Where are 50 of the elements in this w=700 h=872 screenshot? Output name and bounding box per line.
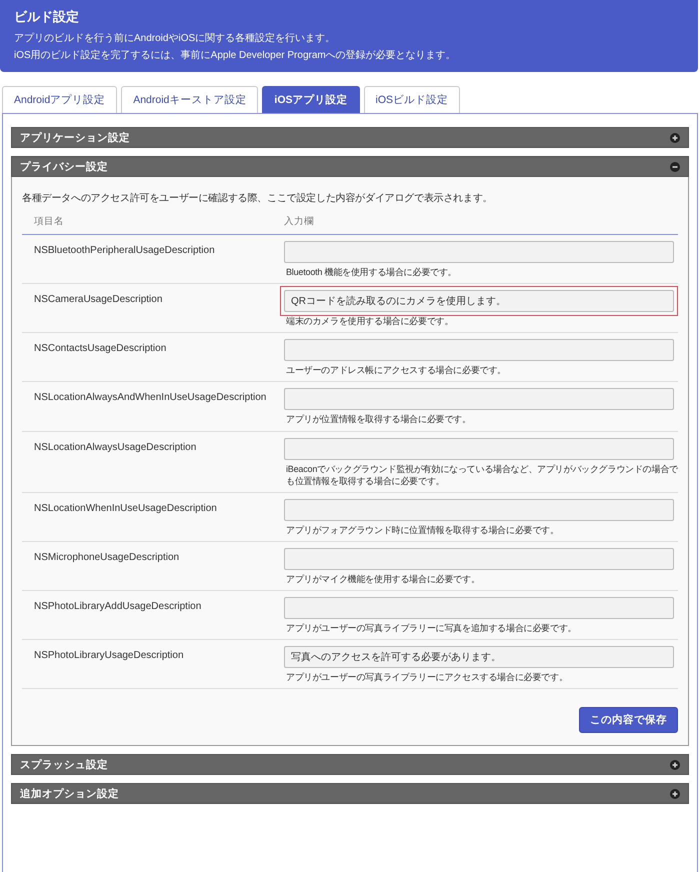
section-title: 追加オプション設定: [20, 786, 119, 801]
section-header[interactable]: 追加オプション設定: [11, 783, 689, 804]
tab[interactable]: iOSビルド設定: [364, 86, 460, 113]
field-hint: アプリが位置情報を取得する場合に必要です。: [285, 413, 472, 426]
save-button[interactable]: この内容で保存: [579, 707, 678, 734]
expand-icon[interactable]: [670, 132, 680, 142]
page-title: ビルド設定: [14, 8, 80, 26]
field-hint: Bluetooth 機能を使用する場合に必要です。: [285, 266, 458, 278]
tab[interactable]: Androidキーストア設定: [121, 86, 258, 113]
field-label: NSMicrophoneUsageDescription: [34, 550, 180, 565]
input-field[interactable]: [284, 498, 674, 521]
input-field[interactable]: [284, 548, 674, 570]
header-text: アプリのビルドを行う前にAndroidやiOSに関する各種設定を行います。: [14, 32, 336, 45]
field-label: NSLocationAlwaysUsageDescription: [34, 440, 198, 455]
input-field[interactable]: [284, 339, 674, 362]
section-header[interactable]: スプラッシュ設定: [11, 754, 689, 776]
input-field[interactable]: [284, 438, 674, 460]
expand-icon[interactable]: [670, 788, 680, 799]
column-header: 入力欄: [284, 215, 315, 228]
section-title: プライバシー設定: [20, 160, 108, 174]
field-hint: アプリがフォアグラウンド時に位置情報を取得する場合に必要です。: [285, 524, 560, 536]
input-field[interactable]: [284, 388, 674, 410]
field-label: NSPhotoLibraryUsageDescription: [34, 649, 185, 664]
section-title: スプラッシュ設定: [20, 758, 108, 772]
input-field[interactable]: [284, 241, 674, 263]
section-intro: 各種データへのアクセス許可をユーザーに確認する際、ここで設定した内容がダイアログで表示されます。: [22, 192, 494, 205]
section-header[interactable]: プライバシー設定: [11, 156, 689, 177]
input-field[interactable]: QRコードを読み取るのにカメラを使用します。: [284, 290, 674, 312]
expand-icon[interactable]: [670, 760, 680, 770]
field-label: NSCameraUsageDescription: [34, 293, 164, 308]
header-text: iOS用のビルド設定を完了するには、事前にApple Developer Programへの登録が必要となります。: [14, 48, 457, 62]
input-field[interactable]: 写真へのアクセスを許可する必要があります。: [284, 646, 674, 668]
field-hint: ユーザーのアドレス帳にアクセスする場合に必要です。: [285, 364, 508, 376]
field-hint: アプリがマイク機能を使用する場合に必要です。: [285, 572, 481, 586]
field-label: NSBluetoothPeripheralUsageDescription: [34, 244, 216, 258]
column-header: 項目名: [34, 215, 65, 228]
section-header[interactable]: アプリケーション設定: [11, 127, 689, 148]
field-label: NSLocationAlwaysAndWhenInUseUsageDescription: [34, 391, 268, 406]
field-hint: アプリがユーザーの写真ライブラリーにアクセスする場合に必要です。: [285, 671, 569, 684]
field-label: NSContactsUsageDescription: [34, 342, 168, 356]
field-label: NSPhotoLibraryAddUsageDescription: [34, 600, 202, 614]
field-hint: iBeaconでバックグラウンド監視が有効になっている場合など、アプリがバックグラウンドの場合でも位置情報を取得する場合に必要です。: [285, 462, 678, 487]
field-hint: 端末のカメラを使用する場合に必要です。: [285, 315, 454, 328]
section-title: アプリケーション設定: [20, 130, 130, 144]
tab[interactable]: iOSアプリ設定: [262, 86, 360, 113]
tab[interactable]: Androidアプリ設定: [2, 86, 118, 113]
field-hint: アプリがユーザーの写真ライブラリーに写真を追加する場合に必要です。: [285, 622, 578, 634]
field-label: NSLocationWhenInUseUsageDescription: [34, 502, 218, 516]
collapse-icon[interactable]: [670, 162, 680, 172]
input-field[interactable]: [284, 597, 674, 620]
